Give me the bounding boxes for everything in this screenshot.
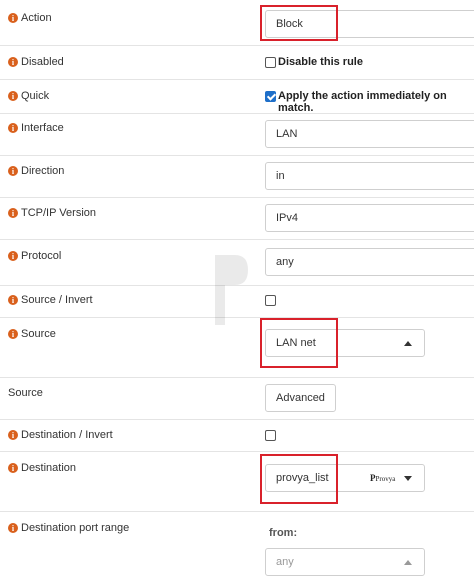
info-icon[interactable]: i bbox=[8, 430, 18, 440]
action-highlight bbox=[260, 5, 338, 41]
interface-row: i Interface LAN bbox=[0, 114, 474, 156]
quick-label-text: Quick bbox=[21, 90, 50, 102]
action-row: i Action Block bbox=[0, 0, 474, 46]
info-icon[interactable]: i bbox=[8, 208, 18, 218]
destination-highlight bbox=[260, 454, 338, 504]
tcpip-label-text: TCP/IP Version bbox=[21, 207, 96, 219]
info-icon[interactable]: i bbox=[8, 463, 18, 473]
provya-logo: PProvya bbox=[370, 473, 396, 483]
source-highlight bbox=[260, 318, 338, 368]
tcpip-row: i TCP/IP Version IPv4 bbox=[0, 198, 474, 240]
source-advanced-row: Source Advanced bbox=[0, 378, 474, 420]
disable-rule-checkbox[interactable] bbox=[265, 57, 276, 68]
direction-row: i Direction in bbox=[0, 156, 474, 198]
watermark-logo bbox=[215, 255, 248, 325]
info-icon[interactable]: i bbox=[8, 523, 18, 533]
destination-label-text: Destination bbox=[21, 462, 77, 474]
quick-checkbox[interactable] bbox=[265, 91, 276, 102]
chevron-up-icon bbox=[404, 560, 412, 565]
protocol-select[interactable]: any bbox=[265, 248, 474, 276]
info-icon[interactable]: i bbox=[8, 329, 18, 339]
source-adv-label: Source bbox=[8, 387, 43, 399]
interface-value: LAN bbox=[276, 128, 298, 140]
dest-port-row: i Destination port range from: any bbox=[0, 512, 474, 588]
direction-label-text: Direction bbox=[21, 165, 65, 177]
tcpip-label: i TCP/IP Version bbox=[8, 207, 96, 219]
provya-logo-text: Provya bbox=[375, 475, 396, 483]
action-label: i Action bbox=[8, 12, 52, 24]
source-invert-label-text: Source / Invert bbox=[21, 294, 93, 306]
direction-value: in bbox=[276, 170, 285, 182]
interface-label-text: Interface bbox=[21, 122, 64, 134]
source-invert-label: i Source / Invert bbox=[8, 294, 93, 306]
direction-select[interactable]: in bbox=[265, 162, 474, 190]
direction-label: i Direction bbox=[8, 165, 64, 177]
info-icon[interactable]: i bbox=[8, 57, 18, 67]
info-icon[interactable]: i bbox=[8, 123, 18, 133]
action-label-text: Action bbox=[21, 12, 52, 24]
dest-port-label-text: Destination port range bbox=[21, 522, 130, 534]
disable-rule-label: Disable this rule bbox=[278, 56, 363, 68]
dest-invert-row: i Destination / Invert bbox=[0, 420, 474, 452]
chevron-down-icon bbox=[404, 476, 412, 481]
source-label: i Source bbox=[8, 328, 56, 340]
tcpip-select[interactable]: IPv4 bbox=[265, 204, 474, 232]
tcpip-value: IPv4 bbox=[276, 212, 299, 224]
destination-row: i Destination provya_list PProvya bbox=[0, 452, 474, 512]
quick-row: i Quick Apply the action immediately on … bbox=[0, 80, 474, 114]
disabled-label: i Disabled bbox=[8, 56, 64, 68]
protocol-value: any bbox=[276, 256, 294, 268]
info-icon[interactable]: i bbox=[8, 295, 18, 305]
info-icon[interactable]: i bbox=[8, 166, 18, 176]
protocol-label-text: Protocol bbox=[21, 250, 62, 262]
disabled-label-text: Disabled bbox=[21, 56, 64, 68]
quick-checkbox-label: Apply the action immediately on match. bbox=[278, 90, 447, 114]
destination-label: i Destination bbox=[8, 462, 76, 474]
from-port-value: any bbox=[276, 556, 294, 568]
dest-invert-label: i Destination / Invert bbox=[8, 429, 113, 441]
source-invert-checkbox[interactable] bbox=[265, 295, 276, 306]
dest-port-label: i Destination port range bbox=[8, 522, 129, 534]
interface-select[interactable]: LAN bbox=[265, 120, 474, 148]
info-icon[interactable]: i bbox=[8, 91, 18, 101]
source-adv-label-text: Source bbox=[8, 387, 43, 399]
from-port-select[interactable]: any bbox=[265, 548, 425, 576]
dest-invert-checkbox[interactable] bbox=[265, 430, 276, 441]
info-icon[interactable]: i bbox=[8, 13, 18, 23]
info-icon[interactable]: i bbox=[8, 251, 18, 261]
interface-label: i Interface bbox=[8, 122, 64, 134]
advanced-button[interactable]: Advanced bbox=[265, 384, 336, 412]
advanced-button-label: Advanced bbox=[276, 392, 325, 404]
quick-label: i Quick bbox=[8, 90, 49, 102]
dest-invert-label-text: Destination / Invert bbox=[21, 429, 113, 441]
from-label: from: bbox=[269, 527, 298, 539]
chevron-up-icon bbox=[404, 341, 412, 346]
disabled-row: i Disabled Disable this rule bbox=[0, 46, 474, 80]
source-label-text: Source bbox=[21, 328, 56, 340]
protocol-label: i Protocol bbox=[8, 250, 61, 262]
